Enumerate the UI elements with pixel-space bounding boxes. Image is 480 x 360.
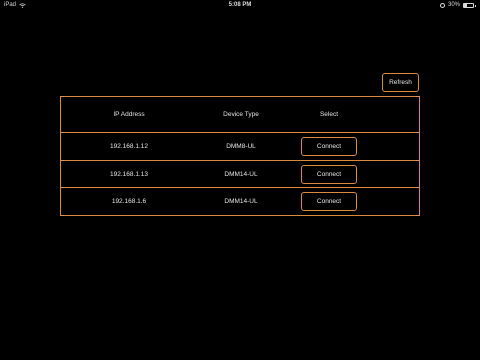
connect-button[interactable]: Connect (301, 164, 357, 184)
refresh-button[interactable]: Refresh (382, 73, 419, 92)
select-cell: Connect (299, 188, 359, 215)
rotation-lock-icon (439, 2, 445, 8)
ip-address-cell: 192.168.1.6 (111, 198, 147, 205)
status-time: 5:08 PM (228, 2, 252, 8)
battery-percent: 30% (447, 2, 460, 8)
header-ip-address: IP Address (113, 111, 145, 118)
status-right: 30% (439, 2, 476, 8)
device-type-cell: DMM8-UL (226, 143, 256, 150)
device-type-cell: DMM14-UL (224, 170, 258, 178)
table-row: 192.168.1.6 DMM14-UL Connect (61, 188, 419, 215)
ip-address-cell: 192.168.1.13 (110, 170, 148, 178)
table-row: 192.168.1.13 DMM14-UL Connect (61, 161, 419, 188)
header-device-type: Device Type (223, 111, 259, 118)
battery-level (464, 3, 467, 7)
table-row: 192.168.1.12 DMM8-UL Connect (61, 133, 419, 161)
table-header-row: IP Address Device Type Select (61, 97, 419, 133)
battery-icon (463, 2, 476, 8)
connect-button[interactable]: Connect (301, 137, 357, 156)
select-cell: Connect (299, 161, 359, 187)
ip-address-cell: 192.168.1.12 (110, 143, 148, 150)
connect-button[interactable]: Connect (301, 192, 357, 211)
device-table: IP Address Device Type Select 192.168.1.… (60, 96, 420, 216)
header-select: Select (319, 111, 339, 118)
status-bar: iPad 5:08 PM 30% (0, 0, 480, 12)
device-type-cell: DMM14-UL (224, 198, 258, 205)
select-cell: Connect (299, 133, 359, 160)
